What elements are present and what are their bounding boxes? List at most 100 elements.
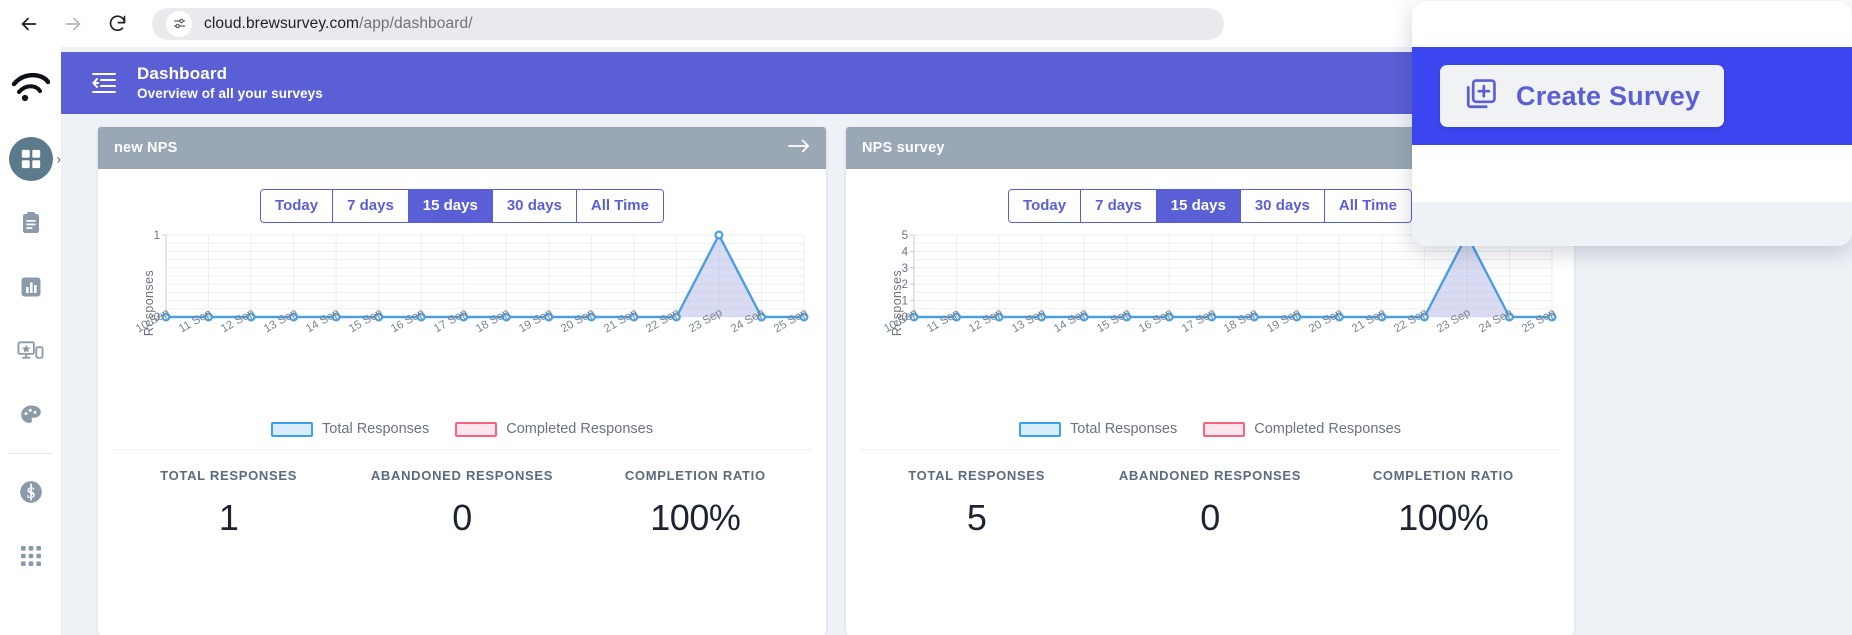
app-logo[interactable] [0, 65, 61, 111]
reload-icon [109, 15, 125, 31]
svg-text:2: 2 [902, 279, 908, 291]
range-button-alltime[interactable]: All Time [1324, 190, 1411, 222]
address-bar[interactable]: cloud.brewsurvey.com/app/dashboard/ [152, 7, 1224, 40]
card-stats: TOTAL RESPONSES 1 ABANDONED RESPONSES 0 … [112, 449, 812, 561]
url-host: cloud.brewsurvey.com [204, 14, 360, 32]
sidebar-item-apps[interactable] [0, 524, 61, 588]
device-star-icon [17, 341, 44, 359]
create-survey-overlay: Create Survey [1412, 1, 1852, 246]
svg-text:3: 3 [902, 263, 908, 275]
expand-chevron-icon[interactable]: › [57, 153, 61, 166]
range-selector: Today 7 days 15 days 30 days All Time [112, 189, 812, 223]
stat-value: 0 [1200, 497, 1220, 538]
range-button-today[interactable]: Today [261, 190, 334, 222]
stat-value: 100% [650, 497, 741, 538]
card-body: Today 7 days 15 days 30 days All Time Re… [98, 169, 826, 561]
bar-chart-icon [21, 277, 40, 297]
stat-completion-ratio: COMPLETION RATIO 100% [1327, 468, 1560, 539]
legend-label-total: Total Responses [1070, 421, 1178, 437]
collapse-menu-icon[interactable] [91, 71, 117, 95]
range-button-7days[interactable]: 7 days [333, 190, 409, 222]
chart-legend: Total Responses Completed Responses [112, 421, 812, 449]
dollar-icon: S [19, 481, 42, 503]
sidebar-item-billing[interactable]: S [0, 460, 61, 524]
range-button-30days[interactable]: 30 days [1240, 190, 1325, 222]
legend-swatch-completed [1203, 421, 1246, 437]
card-title: NPS survey [862, 140, 945, 156]
sidebar-item-reports[interactable] [0, 255, 61, 319]
sidebar-item-dashboard[interactable]: › [0, 127, 61, 191]
chart-legend: Total Responses Completed Responses [860, 421, 1560, 449]
stat-label: ABANDONED RESPONSES [370, 468, 554, 483]
sidebar-items: › [0, 127, 61, 588]
responses-chart: Responses 01 10 Sep 11 Sep 12 Sep 13 Sep 14 … [112, 229, 812, 377]
stat-total-responses: TOTAL RESPONSES 5 [860, 468, 1093, 539]
svg-text:1: 1 [154, 230, 160, 242]
stat-label: ABANDONED RESPONSES [1118, 468, 1302, 483]
url-path: /app/dashboard/ [359, 14, 473, 32]
range-button-alltime[interactable]: All Time [576, 190, 663, 222]
create-survey-label: Create Survey [1516, 80, 1701, 111]
sidebar-rail: › [0, 47, 61, 635]
app-content: Dashboard Overview of all your surveys n… [61, 1, 1852, 635]
clipboard-icon [22, 212, 39, 233]
legend-label-completed: Completed Responses [1254, 421, 1401, 437]
site-settings-icon[interactable] [166, 10, 192, 37]
card-header: new NPS [98, 127, 826, 169]
range-button-30days[interactable]: 30 days [492, 190, 577, 222]
legend-swatch-total [271, 421, 314, 437]
page-title: Dashboard [137, 64, 228, 84]
back-button[interactable] [10, 5, 48, 43]
stat-value: 1 [218, 497, 239, 538]
page-header-text: Dashboard Overview of all your surveys [137, 63, 323, 102]
create-survey-button[interactable]: Create Survey [1440, 65, 1725, 127]
stat-abandoned-responses: ABANDONED RESPONSES 0 [1093, 468, 1326, 539]
survey-card[interactable]: new NPS Today 7 days 15 days 30 days All… [98, 127, 826, 635]
legend-swatch-completed [455, 421, 498, 437]
screen: cloud.brewsurvey.com/app/dashboard/ › Da… [0, 0, 1852, 635]
legend-swatch-total [1019, 421, 1062, 437]
copy-plus-icon [1464, 77, 1498, 116]
page-subtitle: Overview of all your surveys [137, 85, 323, 101]
stat-completion-ratio: COMPLETION RATIO 100% [579, 468, 812, 539]
stat-abandoned-responses: ABANDONED RESPONSES 0 [345, 468, 578, 539]
legend-item-total: Total Responses [271, 421, 429, 437]
stat-total-responses: TOTAL RESPONSES 1 [112, 468, 345, 539]
card-stats: TOTAL RESPONSES 5 ABANDONED RESPONSES 0 … [860, 449, 1560, 561]
stat-label: TOTAL RESPONSES [160, 468, 298, 483]
sidebar-item-distribute[interactable] [0, 319, 61, 383]
stat-value: 0 [452, 497, 472, 538]
responses-chart: Responses 012345 10 Sep 11 Sep 12 Sep 13 Se… [860, 229, 1560, 377]
arrow-right-icon[interactable] [788, 138, 810, 159]
legend-item-completed: Completed Responses [455, 421, 653, 437]
forward-arrow-icon [65, 17, 81, 30]
sidebar-item-surveys[interactable] [0, 191, 61, 255]
stat-value: 100% [1398, 497, 1489, 538]
legend-item-total: Total Responses [1019, 421, 1177, 437]
url-text: cloud.brewsurvey.com/app/dashboard/ [204, 15, 473, 33]
reload-button[interactable] [98, 5, 136, 43]
legend-item-completed: Completed Responses [1203, 421, 1401, 437]
range-button-today[interactable]: Today [1009, 190, 1082, 222]
legend-label-completed: Completed Responses [506, 421, 653, 437]
stat-label: TOTAL RESPONSES [908, 468, 1046, 483]
forward-button[interactable] [54, 5, 92, 43]
range-button-7days[interactable]: 7 days [1081, 190, 1157, 222]
svg-text:5: 5 [902, 230, 908, 242]
palette-icon [20, 405, 41, 423]
stat-label: COMPLETION RATIO [1372, 468, 1514, 483]
dashboard-grid-icon [21, 149, 40, 169]
range-button-15days[interactable]: 15 days [1156, 190, 1241, 222]
card-title: new NPS [114, 140, 178, 156]
overlay-accent-band: Create Survey [1412, 47, 1852, 145]
svg-text:1: 1 [902, 296, 908, 308]
stat-label: COMPLETION RATIO [624, 468, 766, 483]
overlay-footer [1412, 202, 1852, 246]
apps-grid-icon [20, 546, 41, 566]
wifi-logo-icon [11, 73, 50, 102]
back-arrow-icon [21, 17, 37, 30]
stat-value: 5 [966, 497, 987, 538]
sidebar-divider [8, 453, 53, 454]
range-button-15days[interactable]: 15 days [408, 190, 493, 222]
sidebar-item-themes[interactable] [0, 383, 61, 447]
